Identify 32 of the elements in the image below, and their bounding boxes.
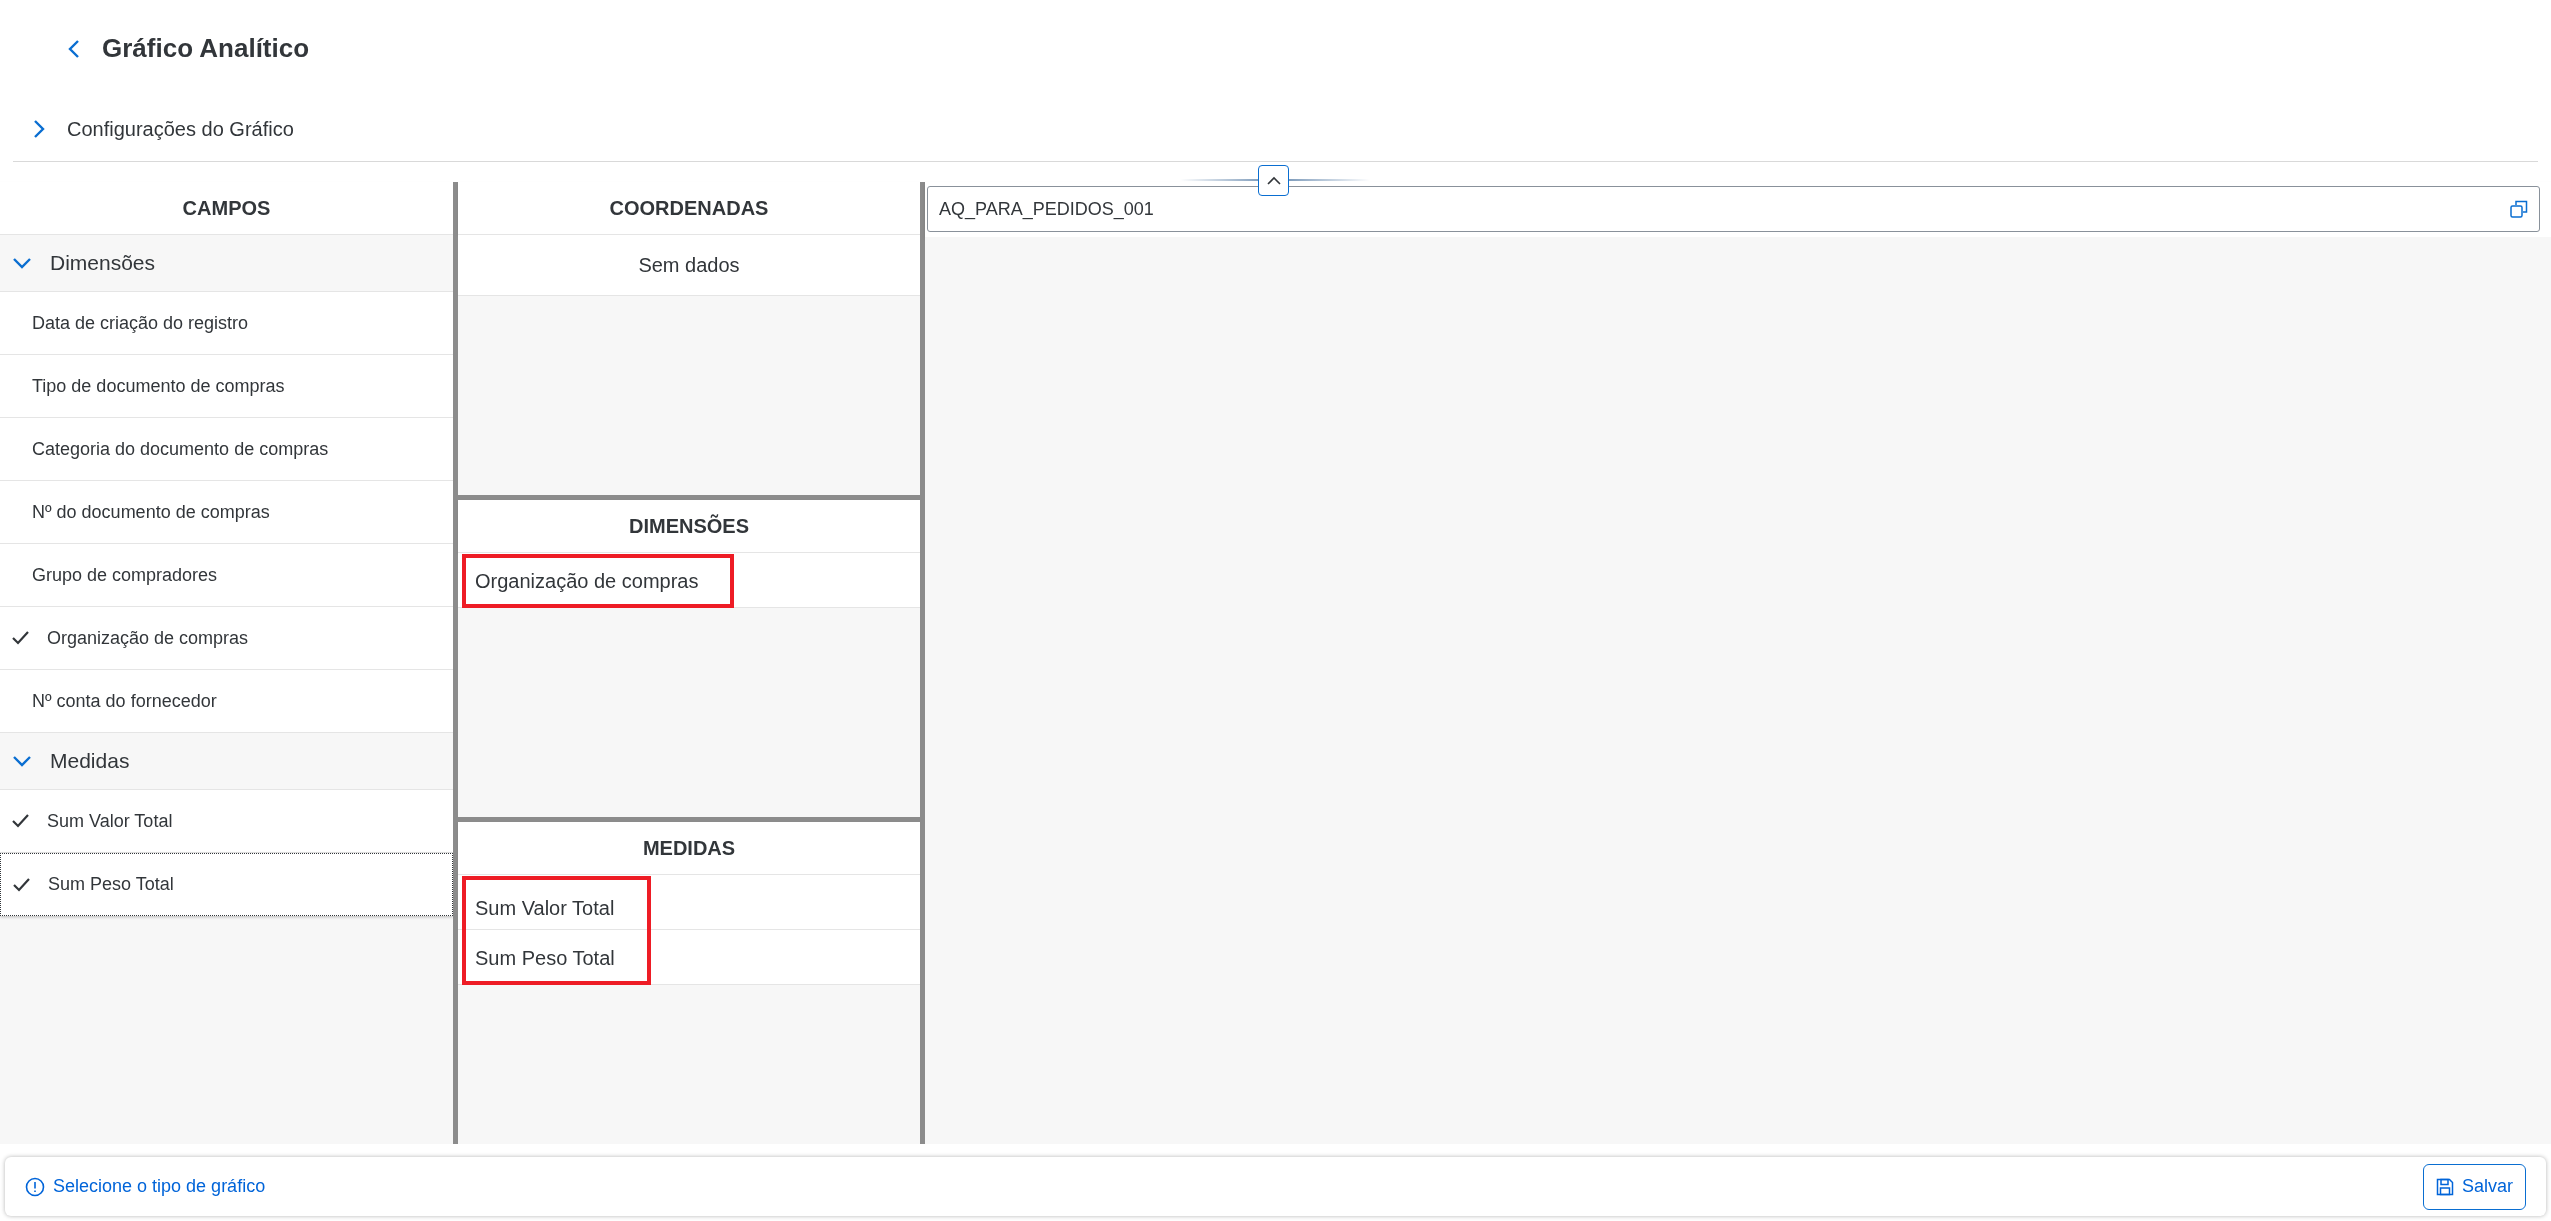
field-item[interactable]: Sum Peso Total: [0, 853, 453, 916]
info-icon: [25, 1176, 45, 1197]
checkmark-icon: [12, 631, 29, 645]
checkmark-icon: [12, 814, 29, 828]
field-item[interactable]: Tipo de documento de compras: [0, 355, 453, 418]
chart-settings-toggle[interactable]: Configurações do Gráfico: [13, 114, 294, 144]
chart-name-field[interactable]: AQ_PARA_PEDIDOS_001: [927, 186, 2540, 232]
field-item[interactable]: Categoria do documento de compras: [0, 418, 453, 481]
chevron-down-icon: [12, 755, 32, 767]
chevron-right-icon: [33, 119, 45, 139]
field-item[interactable]: Nº do documento de compras: [0, 481, 453, 544]
checkmark-icon: [13, 877, 30, 892]
field-item[interactable]: Sum Valor Total: [0, 790, 453, 853]
copy-icon[interactable]: [2510, 200, 2528, 218]
back-icon: [68, 38, 80, 59]
save-icon: [2435, 1177, 2454, 1196]
assigned-field[interactable]: Sum Valor Total: [466, 880, 647, 935]
chevron-down-icon: [12, 257, 32, 269]
field-item[interactable]: Grupo de compradores: [0, 544, 453, 607]
status-message[interactable]: Selecione o tipo de gráfico: [53, 1173, 266, 1200]
empty-message: Sem dados: [638, 253, 740, 278]
collapse-button[interactable]: [1258, 165, 1289, 196]
field-item[interactable]: Organização de compras: [0, 607, 453, 670]
panel-title: CAMPOS: [182, 196, 271, 221]
panel-title: COORDENADAS: [609, 196, 769, 221]
page-title: Gráfico Analítico: [102, 32, 310, 65]
panel-title: MEDIDAS: [642, 836, 736, 861]
save-button[interactable]: Salvar: [2422, 1163, 2526, 1210]
panel-title: DIMENSÕES: [629, 513, 749, 539]
chevron-up-icon: [1266, 176, 1281, 185]
field-item[interactable]: Data de criação do registro: [0, 292, 453, 355]
field-item[interactable]: Nº conta do fornecedor: [0, 670, 453, 733]
